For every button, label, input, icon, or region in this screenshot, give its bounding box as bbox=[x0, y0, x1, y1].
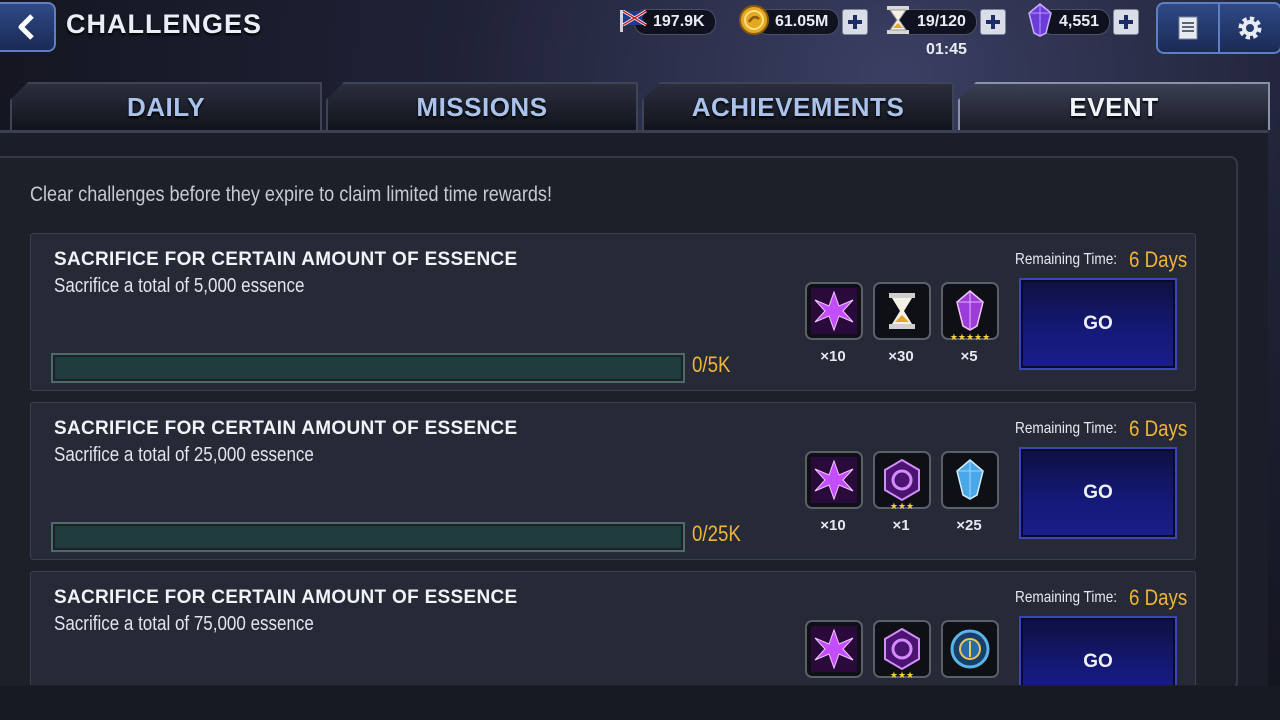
energy-timer: 01:45 bbox=[926, 41, 967, 58]
reward-item[interactable]: ★★★ ×1 bbox=[873, 451, 931, 534]
go-button[interactable]: GO bbox=[1019, 447, 1177, 539]
challenge-title: SACRIFICE FOR CERTAIN AMOUNT OF ESSENCE bbox=[54, 587, 518, 608]
hex-rune-icon bbox=[884, 458, 920, 502]
top-bar: CHALLENGES 197.9K 61.05M 19/120 01:45 4,… bbox=[0, 0, 1280, 78]
reward-item[interactable]: ★★★★★ ×5 bbox=[941, 282, 999, 365]
quest-log-button[interactable] bbox=[1156, 2, 1220, 54]
hourglass-icon bbox=[884, 4, 912, 41]
tab-achievements[interactable]: ACHIEVEMENTS bbox=[642, 82, 954, 130]
challenge-card: SACRIFICE FOR CERTAIN AMOUNT OF ESSENCE … bbox=[30, 571, 1196, 685]
remaining-time-value: 6 Days bbox=[1129, 247, 1188, 272]
hint-text: Clear challenges before they expire to c… bbox=[30, 183, 552, 206]
add-gold-button[interactable] bbox=[842, 9, 869, 35]
settings-button[interactable] bbox=[1218, 2, 1280, 54]
reward-stars: ★★★★★ bbox=[949, 332, 991, 342]
go-button[interactable]: GO bbox=[1019, 616, 1177, 685]
blue-medallion-icon bbox=[950, 629, 990, 669]
reward-stars: ★★★ bbox=[889, 670, 915, 680]
reward-quantity: ×5 bbox=[960, 348, 978, 365]
challenge-title: SACRIFICE FOR CERTAIN AMOUNT OF ESSENCE bbox=[54, 249, 518, 270]
reward-item[interactable]: ×10 bbox=[805, 451, 863, 534]
reward-item[interactable]: ×30 bbox=[873, 282, 931, 365]
plus-icon bbox=[1119, 15, 1134, 29]
page-title: CHALLENGES bbox=[66, 9, 263, 39]
remaining-time-value: 6 Days bbox=[1129, 585, 1188, 610]
reward-item[interactable]: ×10 bbox=[805, 282, 863, 365]
units-resource: 197.9K bbox=[618, 8, 716, 36]
go-button[interactable]: GO bbox=[1019, 278, 1177, 370]
reward-stars: ★★★ bbox=[889, 501, 915, 511]
purple-essence-icon bbox=[811, 288, 857, 334]
reward-quantity: ×10 bbox=[820, 517, 846, 534]
hex-rune-icon bbox=[884, 627, 920, 671]
reward-item[interactable] bbox=[805, 620, 863, 678]
challenge-card: SACRIFICE FOR CERTAIN AMOUNT OF ESSENCE … bbox=[30, 233, 1196, 391]
tab-daily[interactable]: DAILY bbox=[10, 82, 322, 130]
reward-item[interactable] bbox=[941, 620, 999, 678]
remaining-time-label: Remaining Time: bbox=[1015, 251, 1118, 268]
reward-quantity: ×1 bbox=[892, 517, 910, 534]
progress-bar bbox=[51, 353, 685, 383]
gold-coin-icon bbox=[738, 4, 770, 41]
energy-resource: 19/120 bbox=[884, 5, 1006, 36]
challenge-description: Sacrifice a total of 25,000 essence bbox=[54, 444, 314, 466]
reward-quantity: ×10 bbox=[820, 348, 846, 365]
chevron-left-icon bbox=[18, 14, 34, 40]
progress-text: 0/5K bbox=[692, 352, 731, 377]
plus-icon bbox=[985, 15, 1000, 29]
remaining-time-label: Remaining Time: bbox=[1015, 589, 1118, 606]
tab-missions[interactable]: MISSIONS bbox=[326, 82, 638, 130]
plus-icon bbox=[848, 15, 863, 29]
crystal-icon bbox=[1026, 2, 1054, 42]
tab-event[interactable]: EVENT bbox=[958, 82, 1270, 130]
remaining-time-value: 6 Days bbox=[1129, 416, 1188, 441]
tab-bar: DAILY MISSIONS ACHIEVEMENTS EVENT bbox=[10, 82, 1270, 130]
reward-item[interactable]: ×25 bbox=[941, 451, 999, 534]
progress-text: 0/25K bbox=[692, 521, 741, 546]
gold-resource: 61.05M bbox=[738, 4, 869, 36]
challenge-card: SACRIFICE FOR CERTAIN AMOUNT OF ESSENCE … bbox=[30, 402, 1196, 560]
challenge-title: SACRIFICE FOR CERTAIN AMOUNT OF ESSENCE bbox=[54, 418, 518, 439]
progress-bar bbox=[51, 522, 685, 552]
challenge-description: Sacrifice a total of 75,000 essence bbox=[54, 613, 314, 635]
bottom-strip bbox=[0, 686, 1280, 720]
reward-item[interactable]: ★★★ bbox=[873, 620, 931, 680]
back-button[interactable] bbox=[0, 2, 56, 52]
scroll-icon bbox=[1178, 16, 1198, 40]
blue-crystal-icon bbox=[956, 459, 984, 500]
crystal-resource: 4,551 bbox=[1026, 2, 1140, 37]
flag-icon bbox=[618, 6, 648, 39]
purple-essence-icon bbox=[811, 457, 857, 503]
reward-quantity: ×25 bbox=[956, 517, 982, 534]
purple-essence-icon bbox=[811, 626, 857, 672]
challenge-list[interactable]: SACRIFICE FOR CERTAIN AMOUNT OF ESSENCE … bbox=[30, 233, 1196, 685]
challenge-description: Sacrifice a total of 5,000 essence bbox=[54, 275, 305, 297]
add-energy-button[interactable] bbox=[979, 9, 1006, 35]
gear-icon bbox=[1238, 16, 1262, 40]
add-crystals-button[interactable] bbox=[1113, 9, 1140, 35]
purple-crystal-icon bbox=[956, 290, 984, 331]
hourglass-icon bbox=[889, 293, 915, 329]
remaining-time-label: Remaining Time: bbox=[1015, 420, 1118, 437]
reward-quantity: ×30 bbox=[888, 348, 914, 365]
